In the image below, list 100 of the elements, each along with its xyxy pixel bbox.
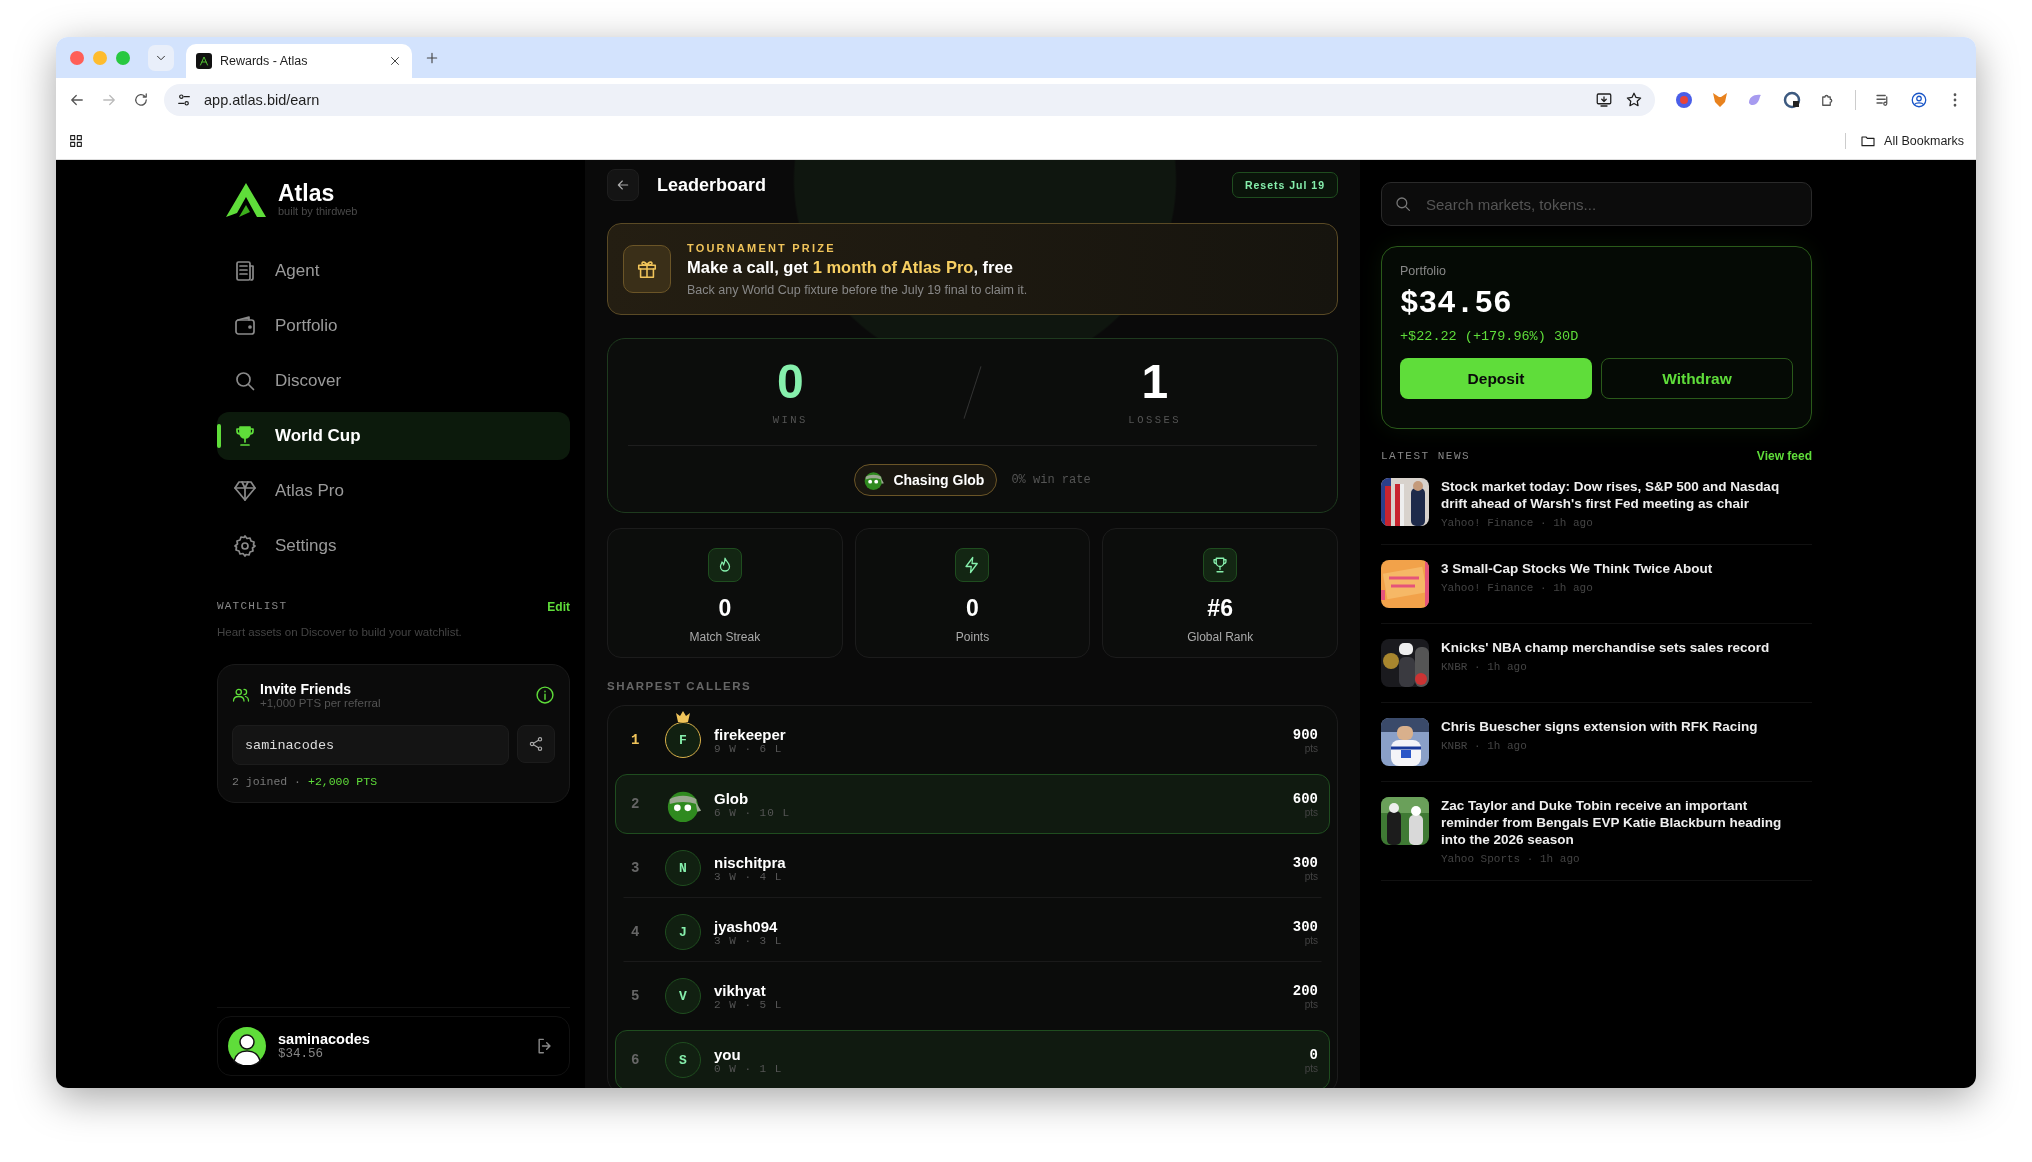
joined-count: 2 joined ·	[232, 775, 301, 788]
share-icon	[528, 736, 544, 752]
fox-icon[interactable]	[1711, 91, 1729, 109]
settings-icon	[233, 534, 257, 558]
player-record: 3 W · 3 L	[714, 934, 784, 947]
prize-eyebrow: TOURNAMENT PRIZE	[687, 241, 837, 254]
reload-icon[interactable]	[132, 91, 150, 109]
points-value: 300	[1292, 854, 1318, 871]
back-icon	[615, 177, 631, 193]
user-card[interactable]: saminacodes $34.56	[217, 1016, 570, 1076]
empty-hint: Heart assets on Discover to build your watchlist.	[217, 626, 463, 638]
player-name: you	[714, 1045, 742, 1063]
rank-number: 6	[631, 1052, 641, 1068]
profile-icon[interactable]	[1910, 91, 1928, 109]
avatar: F	[665, 722, 701, 758]
crown-icon	[675, 710, 691, 722]
newspaper-icon	[233, 259, 257, 283]
news-meta: KNBR · 1h ago	[1441, 661, 1528, 673]
nav-item[interactable]: Agent	[217, 247, 570, 295]
invite-title: Invite Friends	[260, 681, 353, 697]
back-button[interactable]	[607, 169, 639, 201]
apps-icon[interactable]	[68, 132, 84, 149]
player-record: 2 W · 5 L	[714, 998, 784, 1011]
stat-value: #6	[1207, 595, 1233, 622]
nav-item[interactable]: Portfolio	[217, 302, 570, 350]
atlas-logo-icon	[196, 53, 212, 69]
invite-subtitle: +1,000 PTS per referral	[260, 697, 382, 709]
news-headline: Knicks' NBA champ merchandise sets sales record	[1441, 639, 1771, 656]
diamond-icon	[233, 479, 257, 503]
mascot-avatar	[863, 469, 886, 491]
referral-code-field[interactable]: saminacodes	[232, 725, 509, 765]
avatar: V	[665, 978, 701, 1014]
search-icon	[233, 369, 257, 393]
rank-number: 2	[631, 796, 641, 812]
tab-title: Rewards - Atlas	[220, 54, 309, 68]
points-value: 300	[1292, 918, 1318, 935]
player-name: jyash094	[714, 917, 779, 935]
wallet-icon	[233, 314, 257, 338]
news-item[interactable]: Zac Taylor and Duke Tobin receive an important reminder from Bengals EVP Katie Blackburn heading into the 2026 season Yahoo Sports · 1h ago	[1381, 782, 1812, 881]
section-title: LATEST NEWS	[1381, 450, 1471, 462]
nav-item[interactable]: Atlas Pro	[217, 467, 570, 515]
share-button[interactable]	[517, 725, 555, 763]
news-meta: Yahoo! Finance · 1h ago	[1441, 582, 1594, 594]
close-icon[interactable]	[388, 54, 402, 68]
avatar: S	[665, 1042, 701, 1078]
rival-chip[interactable]: Chasing Glob	[854, 464, 998, 496]
all-bookmarks-link[interactable]: All Bookmarks	[1884, 133, 1964, 148]
section-title: SHARPEST CALLERS	[607, 680, 753, 692]
player-record: 9 W · 6 L	[714, 742, 783, 755]
portfolio-label: Portfolio	[1400, 264, 1447, 278]
points-value: 0	[1309, 1046, 1318, 1063]
stat-label: Global Rank	[1187, 630, 1254, 644]
search-icon	[1394, 195, 1412, 213]
news-item[interactable]: Stock market today: Dow rises, S&P 500 and Nasdaq drift ahead of Warsh's first Fed meeting as chair Yahoo! Finance · 1h ago	[1381, 463, 1812, 545]
user-balance: $34.56	[278, 1047, 324, 1061]
bonus-points: +2,000 PTS	[308, 775, 378, 788]
losses-label: LOSSES	[1128, 414, 1182, 426]
nav-item[interactable]: Discover	[217, 357, 570, 405]
player-name: vikhyat	[714, 981, 767, 999]
gift-icon	[636, 258, 658, 280]
browser-tab[interactable]: Rewards - Atlas	[186, 44, 412, 78]
rank-number: 3	[631, 860, 641, 876]
tune-icon[interactable]	[176, 92, 192, 108]
win-rate: 0% win rate	[1011, 473, 1091, 487]
points-value: 200	[1292, 982, 1318, 999]
rank-number: 4	[631, 924, 641, 940]
news-item[interactable]: Knicks' NBA champ merchandise sets sales record KNBR · 1h ago	[1381, 624, 1812, 703]
player-name: Glob	[714, 789, 750, 807]
player-record: 6 W · 10 L	[714, 806, 791, 819]
portfolio-value: $34.56	[1400, 286, 1513, 321]
points-value: 600	[1292, 790, 1318, 807]
view-feed-link[interactable]: View feed	[1756, 449, 1812, 463]
edit-link[interactable]: Edit	[547, 600, 570, 614]
nav-item[interactable]: Settings	[217, 522, 570, 570]
news-headline: 3 Small-Cap Stocks We Think Twice About	[1441, 560, 1714, 577]
people-icon	[232, 686, 250, 704]
wins-label: WINS	[772, 414, 808, 426]
news-headline: Stock market today: Dow rises, S&P 500 and Nasdaq drift ahead of Warsh's first Fed meeting as chair	[1441, 478, 1781, 512]
player-name: firekeeper	[714, 725, 787, 743]
deposit-button[interactable]: Deposit	[1400, 358, 1592, 399]
install-icon[interactable]	[1595, 91, 1613, 109]
news-item[interactable]: Chris Buescher signs extension with RFK Racing KNBR · 1h ago	[1381, 703, 1812, 782]
brand-tagline: built by thirdweb	[278, 205, 358, 217]
info-icon[interactable]	[535, 685, 555, 705]
address-bar[interactable]: app.atlas.bid/earn	[164, 84, 1655, 116]
news-item[interactable]: 3 Small-Cap Stocks We Think Twice About Yahoo! Finance · 1h ago	[1381, 545, 1812, 624]
losses-count: 1	[1141, 358, 1169, 406]
extension-icon[interactable]	[1783, 91, 1801, 109]
avatar: J	[665, 914, 701, 950]
star-icon[interactable]	[1625, 91, 1643, 109]
trophy-icon	[1211, 556, 1230, 574]
nav-item[interactable]: World Cup	[217, 412, 570, 460]
user-name: saminacodes	[278, 1031, 371, 1047]
portfolio-change: +$22.22 (+179.96%) 30D	[1400, 329, 1580, 344]
reset-date-badge: Resets Jul 19	[1231, 172, 1338, 198]
news-headline: Zac Taylor and Duke Tobin receive an important reminder from Bengals EVP Katie Blackburn heading into the 2026 season	[1441, 797, 1783, 848]
search-field[interactable]: Search markets, tokens...	[1424, 194, 1799, 214]
withdraw-button[interactable]: Withdraw	[1601, 358, 1793, 399]
search-bar[interactable]: Search markets, tokens...	[1381, 182, 1812, 226]
points-value: 900	[1292, 726, 1318, 743]
